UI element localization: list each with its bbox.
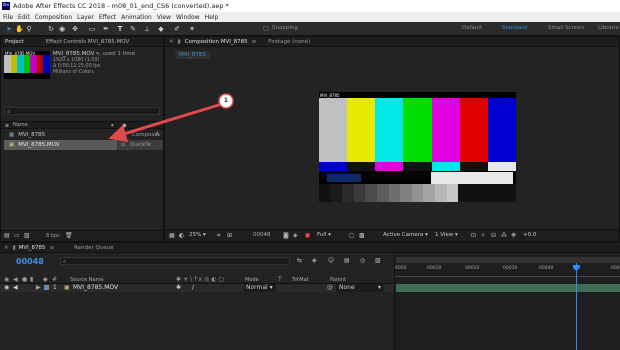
close-icon[interactable]: ✕ — [4, 245, 9, 251]
work-area-bar[interactable] — [396, 257, 620, 263]
lock-icon[interactable]: ▮ — [13, 245, 16, 251]
search-icon: ⌕ — [63, 258, 67, 265]
lock-icon: ▮ — [30, 276, 34, 283]
eye-icon: ◉ — [4, 276, 10, 283]
layer-number: 1 — [53, 284, 57, 291]
visibility-eye-icon[interactable]: ◉ — [4, 284, 9, 291]
timeline-timecode[interactable]: 00048 — [16, 257, 44, 266]
collapse-switch-icon[interactable]: ✱ — [176, 284, 181, 291]
expand-chevron-icon[interactable]: ▶ — [36, 284, 41, 291]
ruler-label: 00020 — [465, 266, 480, 271]
annotation-arrow — [108, 102, 223, 142]
ruler-label: 00010 — [427, 266, 442, 271]
time-graph: 0000 00010 00020 00030 00040 0005 — [394, 255, 620, 350]
graph-editor-icon[interactable]: ▧ — [375, 257, 381, 264]
annotation-number: 1 — [223, 97, 229, 104]
timeline-panel: ✕ ▮ MVI_8785 ≡ Render Queue 00048 ⌕ ⇆ ◈ … — [0, 242, 620, 350]
ruler-label: 00040 — [539, 266, 554, 271]
layer-duration-bar[interactable] — [396, 284, 620, 292]
label-swatch[interactable] — [44, 285, 49, 290]
preserve-transparency-icon: T — [278, 276, 282, 283]
time-ruler[interactable]: 0000 00010 00020 00030 00040 0005 — [395, 265, 620, 277]
column-trkmat[interactable]: TrkMat — [292, 277, 309, 283]
ruler-label: 0005 — [611, 266, 620, 271]
tab-timeline-comp[interactable]: MVI_8785 — [19, 245, 46, 251]
quality-switch-icon[interactable]: / — [192, 284, 194, 291]
menu-icon[interactable]: ≡ — [50, 245, 55, 251]
parent-dropdown[interactable]: None ▾ — [336, 284, 384, 292]
timeline-search-input[interactable]: ⌕ — [60, 257, 290, 265]
shy-icon[interactable]: ☺ — [328, 257, 334, 264]
pickwhip-icon[interactable]: @ — [327, 284, 333, 291]
hash-icon: # — [52, 276, 58, 283]
motion-blur-icon[interactable]: ◎ — [360, 257, 365, 264]
layer-column-header: ◉ ◀ ● ▮ ◆ # Source Name ✱☀\fx◎◐▢ Mode T … — [0, 276, 393, 284]
solo-icon: ● — [22, 276, 28, 283]
mode-dropdown[interactable]: Normal ▾ — [244, 284, 276, 292]
ruler-label: 00030 — [503, 266, 518, 271]
footage-icon: ▣ — [64, 284, 70, 291]
playhead[interactable] — [572, 263, 580, 350]
switches-icons: ✱☀\fx◎◐▢ — [176, 276, 227, 283]
audio-icon: ◀ — [13, 276, 18, 283]
comp-mini-flowchart-icon[interactable]: ⇆ — [297, 257, 302, 264]
column-source-name[interactable]: Source Name — [70, 277, 104, 283]
timeline-header: ✕ ▮ MVI_8785 ≡ Render Queue — [0, 243, 620, 253]
table-row[interactable]: ◉ ◀ ▶ 1 ▣ MVI_8785.MOV ✱ / Normal ▾ @ No… — [0, 284, 393, 292]
column-parent[interactable]: Parent — [330, 277, 346, 283]
ruler-label: 0000 — [395, 266, 407, 271]
audio-toggle-icon[interactable]: ◀ — [13, 284, 18, 291]
column-mode[interactable]: Mode — [245, 277, 259, 283]
frame-blending-icon[interactable]: ▤ — [344, 257, 350, 264]
label-icon: ◆ — [43, 276, 48, 283]
tab-render-queue[interactable]: Render Queue — [74, 245, 113, 251]
draft-3d-icon[interactable]: ◈ — [312, 257, 317, 264]
layer-name[interactable]: MVI_8785.MOV — [73, 284, 118, 291]
